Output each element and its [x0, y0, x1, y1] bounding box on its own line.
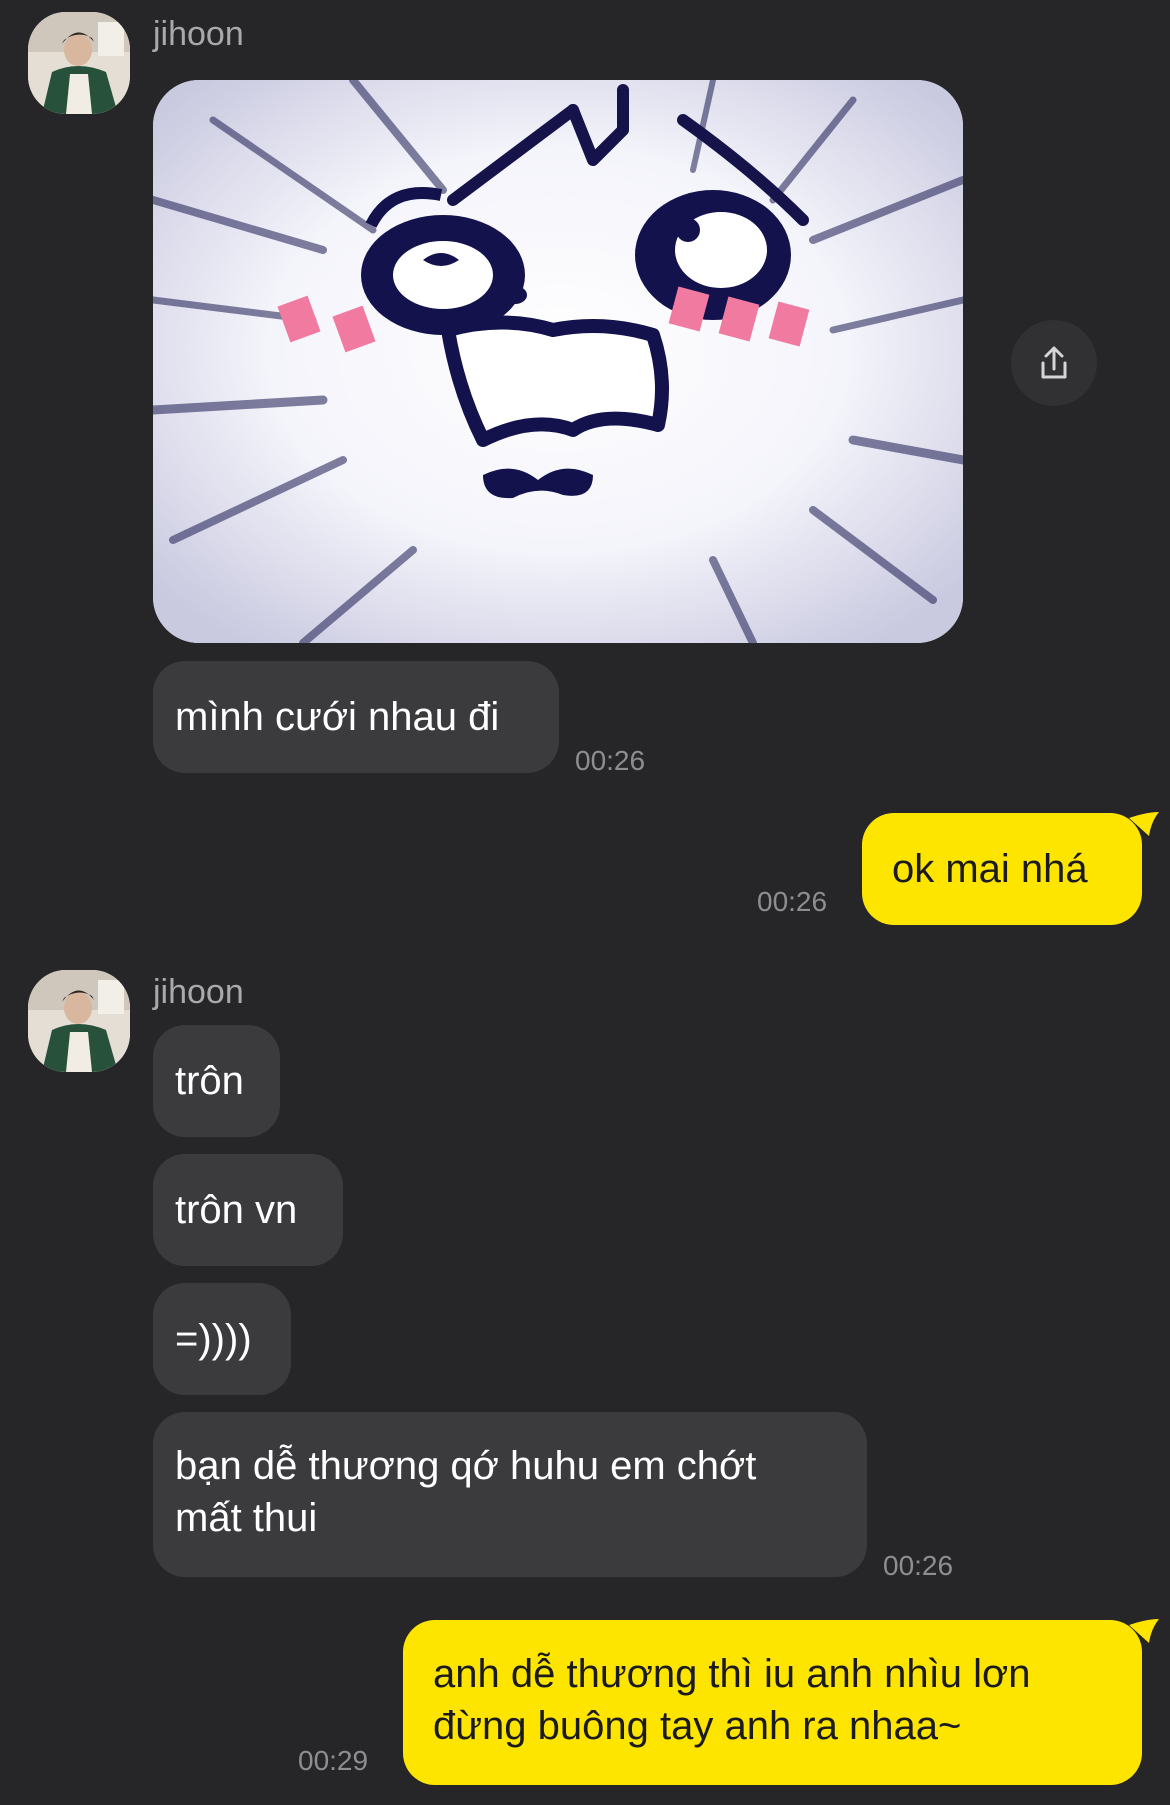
- outgoing-message-bubble[interactable]: anh dễ thương thì iu anh nhìu lơn đừng b…: [403, 1620, 1142, 1785]
- crying-cat-sticker[interactable]: [153, 80, 963, 643]
- message-bubble[interactable]: bạn dễ thương qớ huhu em chớt mất thui: [153, 1412, 867, 1577]
- bubble-tail: [1129, 812, 1159, 836]
- timestamp: 00:29: [298, 1745, 369, 1776]
- share-icon: [1041, 346, 1067, 379]
- message-text-line: đừng buông tay anh ra nhaa~: [433, 1704, 962, 1748]
- share-button[interactable]: [1011, 320, 1097, 406]
- message-bubble[interactable]: trôn: [153, 1025, 280, 1137]
- message-text-line: mất thui: [175, 1496, 318, 1540]
- timestamp: 00:26: [575, 745, 646, 776]
- message-text: trôn: [175, 1059, 244, 1103]
- avatar[interactable]: [28, 12, 130, 114]
- message-text-line: bạn dễ thương qớ huhu em chớt: [175, 1444, 757, 1488]
- message-bubble[interactable]: mình cưới nhau đi: [153, 661, 559, 773]
- sender-name: jihoon: [153, 15, 244, 53]
- message-text: =)))): [175, 1317, 252, 1361]
- message-text: ok mai nhá: [892, 847, 1088, 891]
- message-bubble[interactable]: trôn vn: [153, 1154, 343, 1266]
- message-text: mình cưới nhau đi: [175, 695, 500, 739]
- sender-name: jihoon: [153, 973, 244, 1011]
- avatar[interactable]: [28, 970, 130, 1072]
- message-text: trôn vn: [175, 1188, 298, 1232]
- message-text-line: anh dễ thương thì iu anh nhìu lơn: [433, 1652, 1031, 1696]
- outgoing-message-bubble[interactable]: ok mai nhá: [862, 813, 1142, 925]
- bubble-tail: [1129, 1619, 1159, 1643]
- avatar-image: [28, 12, 130, 114]
- timestamp: 00:26: [883, 1550, 954, 1581]
- avatar-image: [28, 970, 130, 1072]
- message-bubble[interactable]: =)))): [153, 1283, 291, 1395]
- timestamp: 00:26: [757, 886, 828, 917]
- sticker-image: [153, 80, 963, 643]
